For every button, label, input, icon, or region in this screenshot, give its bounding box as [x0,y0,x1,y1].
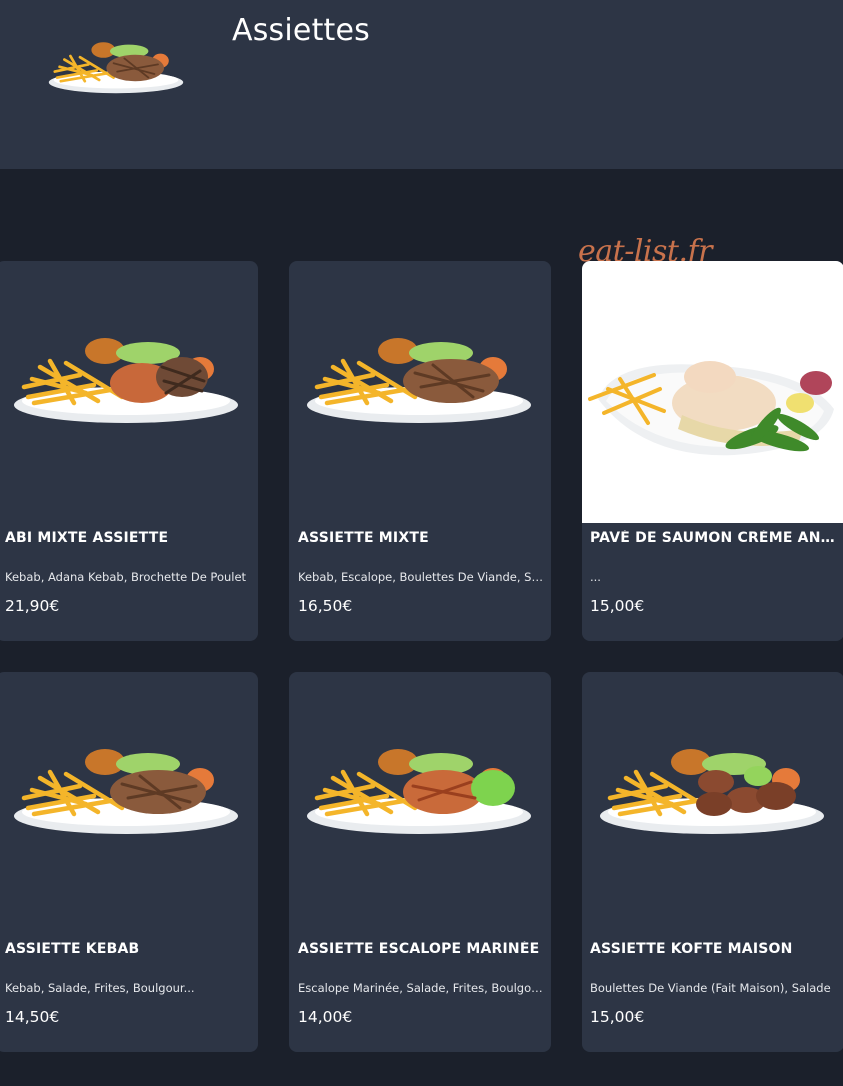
item-price: 14,00€ [298,1008,353,1026]
menu-item-card[interactable]: ASSIETTE ESCALOPE MARINÉE Escalope Marin… [289,672,551,1052]
category-title: Assiettes [232,13,370,48]
item-price: 21,90€ [5,597,60,615]
item-image [289,672,551,934]
item-price: 15,00€ [590,597,645,615]
item-description: Kebab, Escalope, Boulettes De Viande, Sa… [298,570,543,584]
item-name: ASSIETTE KOFTE MAISON [590,941,793,957]
menu-item-card[interactable]: ASSIETTE KOFTE MAISON Boulettes De Viand… [582,672,843,1052]
item-name: ASSIETTE MIXTE [298,530,429,546]
menu-item-card[interactable]: PAVÉ DE SAUMON CRÈME ANETH ... 15,00€ [582,261,843,641]
item-description: Kebab, Adana Kebab, Brochette De Poulet [5,570,247,584]
item-name: ASSIETTE KEBAB [5,941,140,957]
item-image [582,672,843,934]
item-description: Kebab, Salade, Frites, Boulgour... [5,981,195,995]
item-price: 16,50€ [298,597,353,615]
category-header: Assiettes [0,0,843,169]
menu-item-card[interactable]: ASSIETTE MIXTE Kebab, Escalope, Boulette… [289,261,551,641]
item-image [0,672,258,934]
item-description: ... [590,570,601,584]
item-image [582,261,843,523]
item-image [289,261,551,523]
item-name: ASSIETTE ESCALOPE MARINÉE [298,941,540,957]
item-name: PAVÉ DE SAUMON CRÈME ANETH [590,530,836,546]
item-price: 15,00€ [590,1008,645,1026]
category-image [47,40,185,95]
item-image [0,261,258,523]
item-name: ABI MIXTE ASSIETTE [5,530,169,546]
menu-item-card[interactable]: ASSIETTE KEBAB Kebab, Salade, Frites, Bo… [0,672,258,1052]
menu-item-card[interactable]: ABI MIXTE ASSIETTE Kebab, Adana Kebab, B… [0,261,258,641]
item-description: Escalope Marinée, Salade, Frites, Boulgo… [298,981,543,995]
item-price: 14,50€ [5,1008,60,1026]
item-description: Boulettes De Viande (Fait Maison), Salad… [590,981,831,995]
